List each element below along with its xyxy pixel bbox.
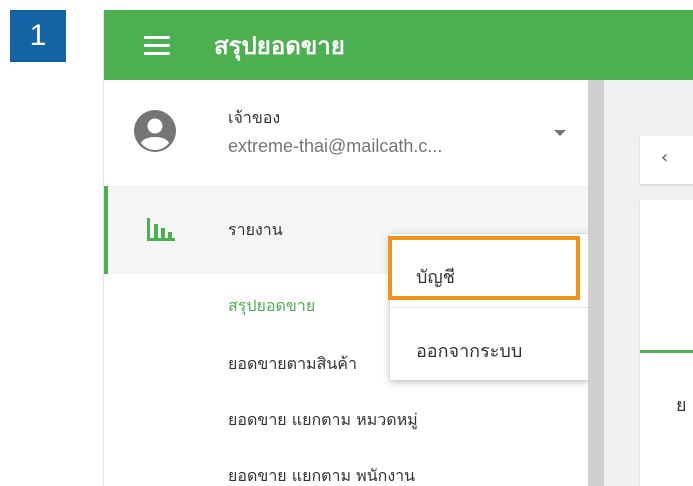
sidebar: เจ้าของ extreme-thai@mailcath.c... รายงา… — [104, 80, 590, 486]
account-circle-icon — [134, 110, 176, 152]
menu-item-label: บัญชี — [416, 267, 455, 288]
bar-chart-icon — [147, 218, 175, 241]
account-header[interactable]: เจ้าของ extreme-thai@mailcath.c... — [104, 80, 588, 187]
sidebar-subitem-sales-summary[interactable]: สรุปยอดขาย — [228, 294, 315, 319]
sidebar-item-label: รายงาน — [228, 220, 283, 239]
sidebar-scrollbar[interactable] — [588, 80, 604, 486]
top-app-bar: สรุปยอดขาย — [104, 10, 693, 80]
main-content: ‹ ย — [604, 80, 693, 486]
app-window: สรุปยอดขาย เจ้าของ extreme-thai@mailcath… — [104, 10, 693, 486]
step-number-badge: 1 — [10, 10, 66, 62]
sidebar-subitem-sales-by-category[interactable]: ยอดขาย แยกตาม หมวดหมู่ — [228, 408, 418, 433]
page-title: สรุปยอดขาย — [214, 32, 345, 60]
back-button[interactable]: ‹ — [640, 136, 693, 184]
sidebar-subitem-sales-by-employee[interactable]: ยอดขาย แยกตาม พนักงาน — [228, 464, 415, 486]
card-heading-partial: ย — [676, 395, 687, 416]
sidebar-subitem-sales-by-product[interactable]: ยอดขายตามสินค้า — [228, 352, 357, 377]
dropdown-caret-icon[interactable] — [554, 130, 566, 136]
account-role-label: เจ้าของ — [228, 108, 281, 127]
menu-item-logout[interactable]: ออกจากระบบ — [390, 308, 590, 381]
menu-item-label: ออกจากระบบ — [416, 341, 523, 362]
hamburger-menu-icon[interactable] — [144, 32, 170, 56]
account-email: extreme-thai@mailcath.c... — [228, 136, 443, 156]
account-dropdown-menu: บัญชี ออกจากระบบ — [390, 234, 590, 380]
chevron-left-icon: ‹ — [661, 147, 669, 168]
tab-indicator — [640, 350, 693, 353]
menu-item-account[interactable]: บัญชี — [390, 234, 590, 307]
content-card: ย — [640, 200, 693, 486]
